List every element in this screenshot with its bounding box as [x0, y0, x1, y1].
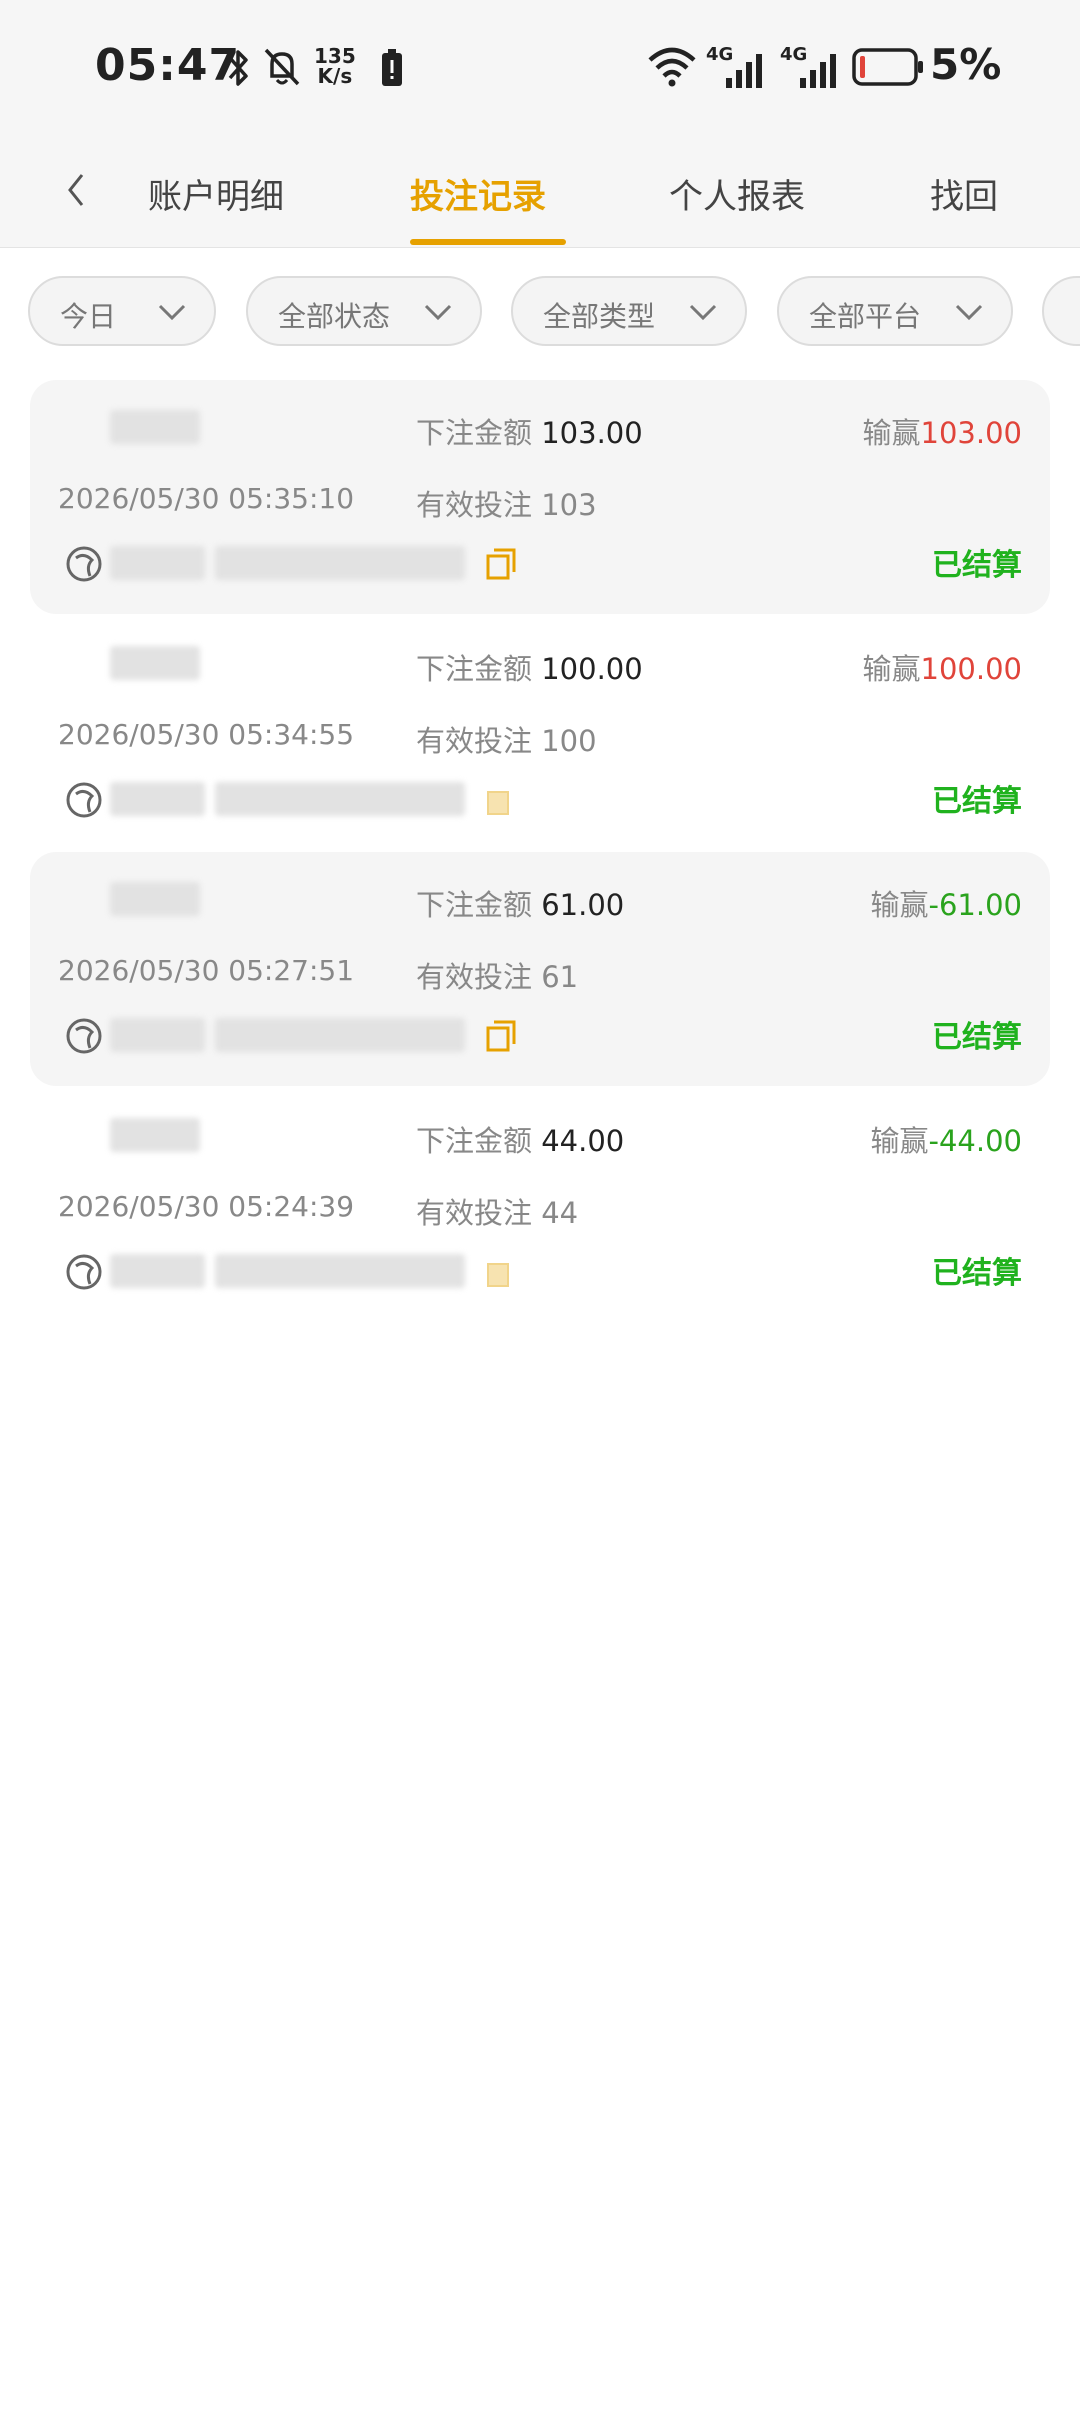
- back-arrow-icon[interactable]: [56, 165, 96, 215]
- bet-time: 2026/05/30 05:24:39: [58, 1190, 355, 1223]
- order-label-redacted: [110, 1018, 205, 1052]
- win-loss: 输赢-61.00: [870, 888, 1022, 922]
- tab-bar: 账户明细 投注记录 个人报表 找回: [0, 135, 1080, 248]
- filter-bar: 今日 全部状态 全部类型 全部平台: [0, 276, 1080, 352]
- valid-bet: 有效投注 61: [416, 960, 579, 994]
- game-name-redacted: [110, 882, 200, 916]
- copy-icon[interactable]: [484, 1254, 518, 1290]
- order-number-redacted: [215, 1018, 465, 1052]
- filter-status[interactable]: 全部状态: [246, 276, 482, 346]
- bet-time: 2026/05/30 05:34:55: [58, 718, 355, 751]
- settled-status: 已结算: [932, 784, 1022, 819]
- settled-status: 已结算: [932, 548, 1022, 583]
- filter-date[interactable]: 今日: [28, 276, 216, 346]
- status-bar: 05:47 135 K/s 4G 4G 5%: [0, 0, 1080, 135]
- chevron-down-icon: [955, 304, 983, 321]
- settled-status: 已结算: [932, 1020, 1022, 1055]
- tab-personal-report[interactable]: 个人报表: [669, 169, 805, 218]
- settled-status: 已结算: [932, 1256, 1022, 1291]
- win-loss: 输赢100.00: [862, 652, 1023, 686]
- signal-2-icon: [800, 54, 836, 88]
- bet-amount: 下注金额 103.00: [416, 416, 643, 450]
- tab-bet-records[interactable]: 投注记录: [410, 169, 546, 218]
- filter-status-label: 全部状态: [278, 300, 391, 333]
- tab-account-details[interactable]: 账户明细: [148, 169, 284, 218]
- filter-type-label: 全部类型: [543, 300, 656, 333]
- order-number-redacted: [215, 782, 465, 816]
- battery-saver-icon: [382, 49, 402, 86]
- win-loss: 输赢-44.00: [870, 1124, 1022, 1158]
- bet-amount: 下注金额 100.00: [416, 652, 643, 686]
- game-name-redacted: [110, 646, 200, 680]
- order-label-redacted: [110, 782, 205, 816]
- filter-more[interactable]: [1042, 276, 1080, 346]
- order-number-redacted: [215, 546, 465, 580]
- copy-icon[interactable]: [484, 1018, 518, 1054]
- copy-icon[interactable]: [484, 546, 518, 582]
- chevron-down-icon: [424, 304, 452, 321]
- filter-date-label: 今日: [60, 300, 117, 333]
- game-name-redacted: [110, 410, 200, 444]
- valid-bet: 有效投注 44: [416, 1196, 579, 1230]
- chevron-down-icon: [158, 304, 186, 321]
- filter-type[interactable]: 全部类型: [511, 276, 747, 346]
- active-tab-indicator: [410, 239, 566, 245]
- platform-logo-icon: [66, 1018, 102, 1054]
- valid-bet: 有效投注 103: [416, 488, 597, 522]
- chevron-down-icon: [689, 304, 717, 321]
- platform-logo-icon: [66, 546, 102, 582]
- bet-record-card[interactable]: 下注金额 100.00 输赢100.00 2026/05/30 05:34:55…: [30, 616, 1050, 850]
- bet-time: 2026/05/30 05:27:51: [58, 954, 355, 987]
- order-number-redacted: [215, 1254, 465, 1288]
- win-loss: 输赢103.00: [862, 416, 1023, 450]
- order-label-redacted: [110, 1254, 205, 1288]
- bet-time: 2026/05/30 05:35:10: [58, 482, 355, 515]
- battery-icon: [852, 48, 923, 86]
- signal-1-icon: [726, 54, 762, 88]
- platform-logo-icon: [66, 782, 102, 818]
- filter-platform-label: 全部平台: [809, 300, 922, 333]
- bet-amount: 下注金额 44.00: [416, 1124, 625, 1158]
- status-time: 05:47: [95, 40, 241, 91]
- bluetooth-icon: [228, 50, 248, 86]
- tab-retrieve[interactable]: 找回: [930, 169, 998, 218]
- wifi-icon: [648, 47, 696, 87]
- valid-bet: 有效投注 100: [416, 724, 597, 758]
- mute-bell-icon: [264, 48, 300, 86]
- bet-record-card[interactable]: 下注金额 103.00 输赢103.00 2026/05/30 05:35:10…: [30, 380, 1050, 614]
- battery-percent: 5%: [930, 40, 1002, 89]
- copy-icon[interactable]: [484, 782, 518, 818]
- filter-platform[interactable]: 全部平台: [777, 276, 1013, 346]
- bet-amount: 下注金额 61.00: [416, 888, 625, 922]
- game-name-redacted: [110, 1118, 200, 1152]
- order-label-redacted: [110, 546, 205, 580]
- bet-record-card[interactable]: 下注金额 61.00 输赢-61.00 2026/05/30 05:27:51 …: [30, 852, 1050, 1086]
- platform-logo-icon: [66, 1254, 102, 1290]
- network-speed: 135 K/s: [314, 44, 356, 88]
- bet-record-card[interactable]: 下注金额 44.00 输赢-44.00 2026/05/30 05:24:39 …: [30, 1088, 1050, 1322]
